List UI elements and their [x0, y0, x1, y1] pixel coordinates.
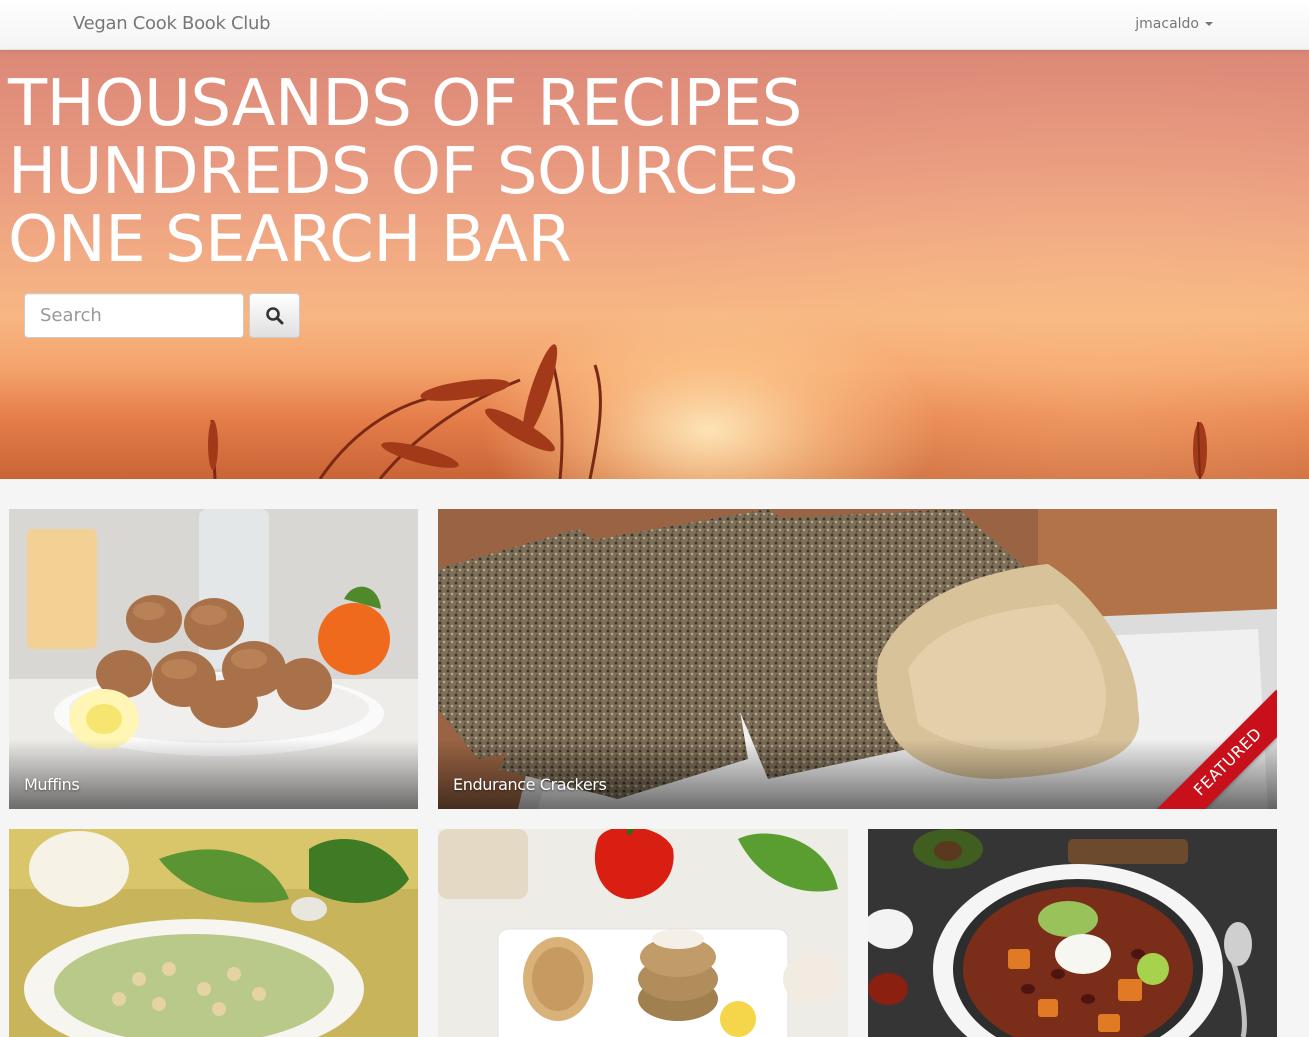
headline-line-1: THOUSANDS OF RECIPES — [8, 67, 802, 141]
search-input[interactable] — [24, 293, 244, 338]
username-label: jmacaldo — [1135, 16, 1199, 32]
recipe-card-muffins[interactable]: Muffins — [9, 509, 418, 809]
search-icon — [265, 306, 283, 324]
headline-line-2: HUNDREDS OF SOURCES — [8, 135, 799, 209]
recipe-card-title: Muffins — [24, 775, 80, 794]
navbar: Vegan Cook Book Club jmacaldo — [0, 0, 1309, 50]
chili-bowl-photo — [868, 829, 1277, 1037]
caret-down-icon — [1205, 22, 1213, 26]
recipe-card-endurance-crackers[interactable]: Endurance Crackers FEATURED — [438, 509, 1277, 809]
recipe-card-title: Endurance Crackers — [453, 775, 607, 794]
brand-link[interactable]: Vegan Cook Book Club — [73, 13, 271, 34]
recipe-card-5[interactable] — [868, 829, 1277, 1037]
recipe-card-3[interactable] — [9, 829, 418, 1037]
headline-line-3: ONE SEARCH BAR — [8, 203, 572, 277]
veggie-burger-photo — [438, 829, 848, 1037]
search-button[interactable] — [249, 293, 300, 338]
hero-banner: THOUSANDS OF RECIPES HUNDREDS OF SOURCES… — [0, 50, 1309, 479]
chickpea-salad-photo — [9, 829, 418, 1037]
recipe-card-4[interactable] — [438, 829, 848, 1037]
user-menu-dropdown[interactable]: jmacaldo — [1135, 16, 1213, 32]
